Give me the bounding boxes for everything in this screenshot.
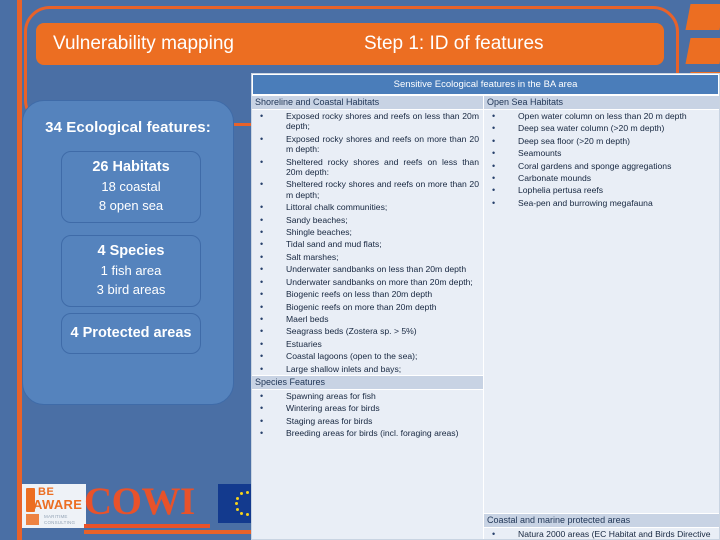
feature-item: Sea-pen and burrowing megafauna	[484, 197, 719, 209]
be-aware-logo: BE AWARE MARITIME CONSULTING	[22, 484, 86, 528]
eu-star-icon	[245, 491, 249, 494]
feature-item: Seagrass beds (Zostera sp. > 5%)	[252, 325, 483, 337]
feature-item: Carbonate mounds	[484, 172, 719, 184]
feature-item: Sheltered rocky shores and reefs on less…	[252, 156, 483, 179]
card-species-heading: 4 Species	[97, 243, 165, 259]
card-protected-areas: 4 Protected areas	[61, 313, 201, 354]
feature-list-protected: Natura 2000 areas (EC Habitat and Birds …	[484, 528, 719, 540]
feature-item: Coastal lagoons (open to the sea);	[252, 350, 483, 362]
feature-list-shoreline: Exposed rocky shores and reefs on less t…	[252, 110, 483, 375]
feature-list-species: Spawning areas for fishWintering areas f…	[252, 390, 483, 440]
be-aware-subtitle: MARITIME CONSULTING	[44, 514, 76, 525]
feature-item: Staging areas for birds	[252, 415, 483, 427]
eu-star-icon	[235, 507, 239, 511]
feature-item: Exposed rocky shores and reefs on more t…	[252, 133, 483, 156]
feature-item: Underwater sandbanks on less than 20m de…	[252, 263, 483, 275]
card-species-line-2: 3 bird areas	[96, 282, 166, 297]
eu-star-icon	[240, 511, 243, 515]
slide-root: Vulnerability mapping Step 1: ID of feat…	[0, 0, 720, 540]
page-title: Vulnerability mapping	[53, 33, 234, 54]
table-title: Sensitive Ecological features in the BA …	[252, 74, 719, 95]
feature-item: Lophelia pertusa reefs	[484, 184, 719, 196]
features-table: Sensitive Ecological features in the BA …	[251, 73, 720, 540]
feature-item: Large shallow inlets and bays;	[252, 363, 483, 375]
feature-item: Littoral chalk communities;	[252, 201, 483, 213]
step-title: Step 1: ID of features	[364, 33, 544, 54]
feature-item: Coral gardens and sponge aggregations	[484, 160, 719, 172]
section-header-open-sea: Open Sea Habitats	[484, 95, 719, 110]
feature-item: Deep sea water column (>20 m depth)	[484, 122, 719, 134]
panel-title: 34 Ecological features:	[45, 119, 211, 136]
decoration-parallelogram-icon	[685, 38, 720, 64]
card-habitats: 26 Habitats 18 coastal 8 open sea	[61, 151, 201, 223]
eu-star-icon	[235, 496, 239, 500]
section-header-species: Species Features	[252, 374, 483, 390]
table-columns: Shoreline and Coastal Habitats Exposed r…	[252, 95, 719, 540]
feature-item: Estuaries	[252, 338, 483, 350]
column-spacer	[484, 209, 719, 513]
feature-item: Underwater sandbanks on more than 20m de…	[252, 276, 483, 288]
cowi-rule	[84, 524, 210, 528]
card-protected-heading: 4 Protected areas	[70, 325, 192, 341]
card-habitats-line-1: 18 coastal	[101, 179, 161, 194]
eu-star-icon	[245, 513, 249, 516]
feature-item: Wintering areas for birds	[252, 402, 483, 414]
feature-list-open-sea: Open water column on less than 20 m dept…	[484, 110, 719, 209]
feature-item: Biogenic reefs on less than 20m depth	[252, 288, 483, 300]
title-banner: Vulnerability mapping Step 1: ID of feat…	[36, 23, 664, 65]
card-habitats-heading: 26 Habitats	[92, 159, 170, 175]
feature-item: Maerl beds	[252, 313, 483, 325]
table-column-left: Shoreline and Coastal Habitats Exposed r…	[252, 95, 484, 539]
feature-item: Sandy beaches;	[252, 214, 483, 226]
feature-item: Breeding areas for birds (incl. foraging…	[252, 427, 483, 439]
feature-item: Sheltered rocky shores and reefs on more…	[252, 178, 483, 201]
feature-item: Shingle beaches;	[252, 226, 483, 238]
feature-item: Tidal sand and mud flats;	[252, 238, 483, 250]
cowi-logo: COWI	[84, 480, 212, 530]
card-species-line-1: 1 fish area	[100, 263, 162, 278]
feature-item: Deep sea floor (>20 m depth)	[484, 135, 719, 147]
feature-item: Open water column on less than 20 m dept…	[484, 110, 719, 122]
be-aware-mark-icon	[26, 514, 39, 525]
eu-star-icon	[240, 492, 243, 496]
table-column-right: Open Sea Habitats Open water column on l…	[484, 95, 719, 540]
logo-underline	[84, 530, 276, 534]
feature-item: Biogenic reefs on more than 20m depth	[252, 301, 483, 313]
ecological-features-panel: 34 Ecological features: 26 Habitats 18 c…	[22, 100, 234, 405]
decoration-parallelogram-icon	[685, 4, 720, 30]
section-header-protected: Coastal and marine protected areas	[484, 513, 719, 529]
logo-row: BE AWARE MARITIME CONSULTING COWI	[22, 480, 276, 534]
feature-item: Natura 2000 areas (EC Habitat and Birds …	[484, 528, 719, 540]
card-species: 4 Species 1 fish area 3 bird areas	[61, 235, 201, 307]
be-aware-line-2: AWARE	[33, 497, 83, 512]
cowi-wordmark: COWI	[84, 480, 195, 523]
feature-item: Seamounts	[484, 147, 719, 159]
card-habitats-line-2: 8 open sea	[98, 198, 164, 213]
feature-item: Exposed rocky shores and reefs on less t…	[252, 110, 483, 133]
feature-item: Salt marshes;	[252, 251, 483, 263]
section-header-shoreline: Shoreline and Coastal Habitats	[252, 95, 483, 110]
eu-star-icon	[234, 502, 238, 505]
feature-item: Spawning areas for fish	[252, 390, 483, 402]
